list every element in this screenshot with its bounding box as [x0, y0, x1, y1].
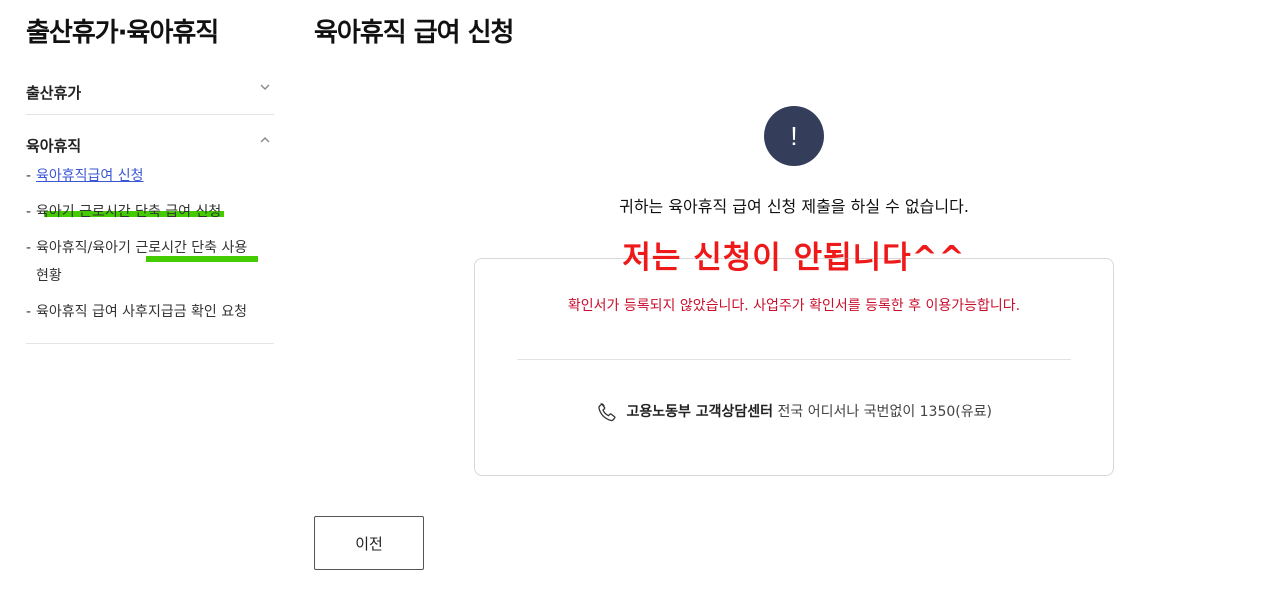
sidebar-item-benefit-apply[interactable]: - 육아휴직급여 신청 — [26, 162, 144, 190]
sidebar-section-label: 출산휴가 — [26, 84, 82, 102]
alert-icon: ! — [764, 106, 824, 166]
previous-button[interactable]: 이전 — [314, 516, 424, 570]
page-title: 육아휴직 급여 신청 — [314, 18, 514, 48]
contact-detail: 전국 어디서나 국번없이 1350(유료) — [777, 404, 992, 420]
sidebar-item-reduced-hours-apply[interactable]: - 육아기 근로시간 단축 급여 신청 — [26, 198, 221, 226]
sidebar-title: 출산휴가·육아휴직 — [26, 18, 219, 48]
sidebar-item-post-payment[interactable]: - 육아휴직 급여 사후지급금 확인 요청 — [26, 298, 247, 326]
box-divider — [517, 359, 1071, 360]
sidebar-section-label: 육아휴직 — [26, 137, 82, 155]
sidebar-divider — [26, 343, 274, 344]
sidebar-item-usage-status[interactable]: - 육아휴직/육아기 근로시간 단축 사용 — [26, 234, 247, 262]
handwritten-annotation: 저는 신청이 안됩니다^^ — [622, 240, 966, 276]
sidebar-item-label: 현황 — [36, 268, 62, 284]
contact-name: 고용노동부 고객상담센터 — [626, 404, 774, 420]
sidebar-item-label: 육아휴직 급여 사후지급금 확인 요청 — [36, 304, 247, 320]
phone-icon — [598, 402, 616, 422]
chevron-up-icon — [260, 137, 270, 143]
error-message: 확인서가 등록되지 않았습니다. 사업주가 확인서를 등록한 후 이용가능합니다… — [567, 298, 1021, 314]
sidebar-item-label: 육아기 근로시간 단축 급여 신청 — [36, 204, 222, 220]
sidebar-divider — [26, 114, 274, 115]
sidebar-item-label: 육아휴직/육아기 근로시간 단축 사용 — [36, 240, 248, 256]
contact-info: 고용노동부 고객상담센터 전국 어디서나 국번없이 1350(유료) — [475, 401, 1113, 423]
sidebar-item-link[interactable]: 육아휴직급여 신청 — [36, 168, 144, 184]
ineligible-message: 귀하는 육아휴직 급여 신청 제출을 하실 수 없습니다. — [619, 197, 969, 216]
sidebar-item-usage-status-cont[interactable]: 현황 — [26, 262, 62, 290]
sidebar-section-maternity[interactable]: 출산휴가 — [26, 78, 274, 108]
chevron-down-icon — [260, 84, 270, 90]
info-box: 확인서가 등록되지 않았습니다. 사업주가 확인서를 등록한 후 이용가능합니다… — [474, 258, 1114, 476]
sidebar-section-parental[interactable]: 육아휴직 — [26, 131, 274, 161]
